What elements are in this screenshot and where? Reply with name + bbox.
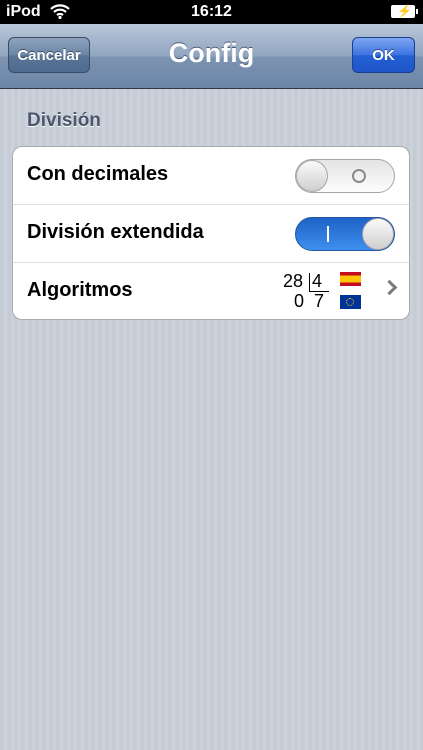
spain-flag-icon [340,272,361,286]
section-header: División [27,110,101,131]
toggle-off-icon [352,169,366,183]
ok-button[interactable]: OK [352,37,415,73]
division-extendida-toggle[interactable] [295,217,395,251]
battery-charging-icon: ⚡ [391,4,418,18]
quotient: 7 [314,291,325,311]
row-label: Con decimales [27,163,169,185]
row-division-extendida: División extendida [13,205,409,263]
settings-group: Con decimales División extendida Algorit… [12,146,410,320]
row-label: División extendida [27,221,204,243]
decimales-toggle[interactable] [295,159,395,193]
chevron-right-icon [381,279,398,296]
row-con-decimales: Con decimales [13,147,409,205]
eu-flag-icon [340,295,361,309]
row-algoritmos[interactable]: Algoritmos 28 4 0 7 [13,263,409,319]
division-example: 28 4 0 7 [283,271,373,315]
toggle-knob [362,218,394,250]
status-bar: iPod 16:12 ⚡ [0,0,423,24]
toggle-knob [296,160,328,192]
navigation-bar: Cancelar Config OK [0,24,423,89]
divisor: 4 [312,271,323,291]
division-bracket-vertical [309,273,310,291]
dividend: 28 [283,271,304,291]
status-time: 16:12 [191,3,232,20]
row-label: Algoritmos [27,279,133,301]
remainder: 0 [294,291,305,311]
toggle-on-icon [327,226,329,242]
